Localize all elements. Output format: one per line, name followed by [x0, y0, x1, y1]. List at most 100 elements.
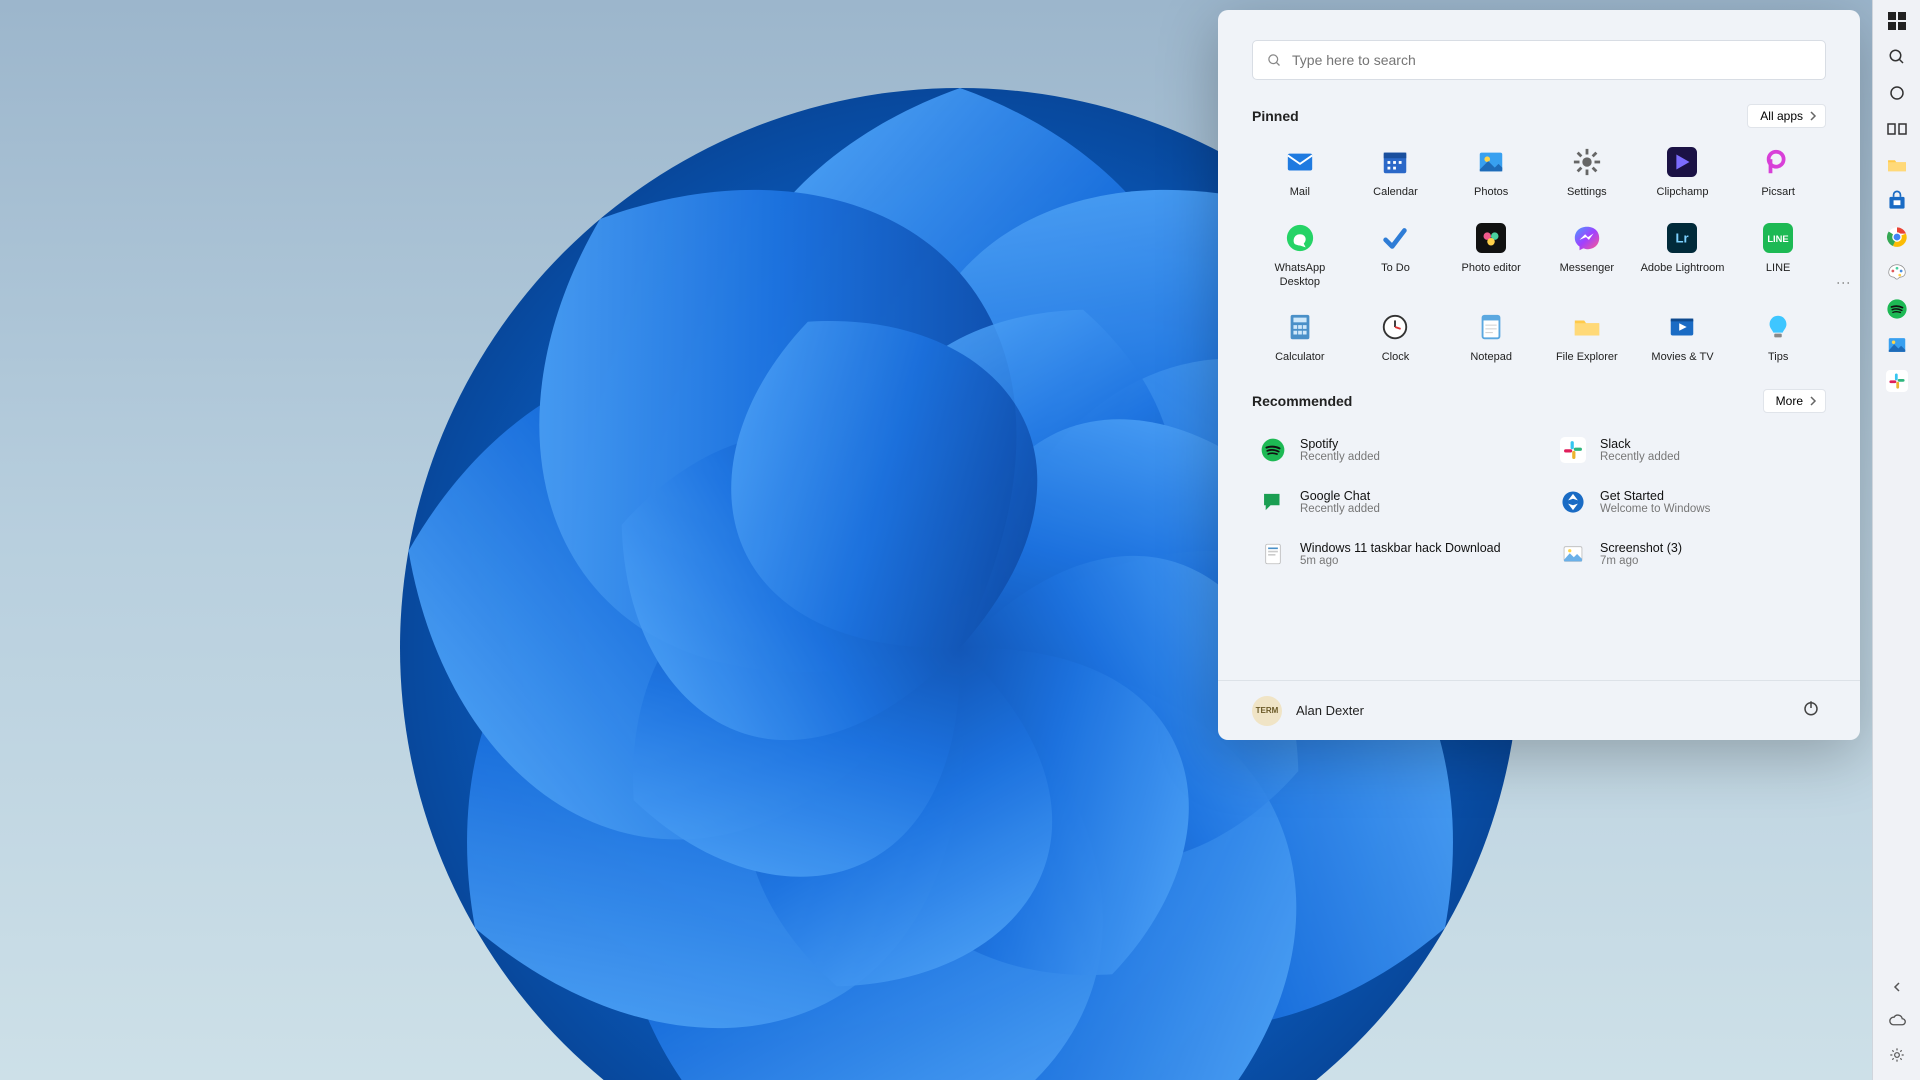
pinned-app-label: Adobe Lightroom	[1641, 262, 1725, 276]
store-icon	[1886, 190, 1908, 217]
recommended-item-getstarted[interactable]: Get Started Welcome to Windows	[1552, 483, 1826, 521]
recommended-title: Screenshot (3)	[1600, 541, 1682, 555]
lightroom-icon: Lr	[1664, 220, 1700, 256]
taskbar-paint[interactable]	[1880, 258, 1914, 292]
chrome-icon	[1886, 226, 1908, 253]
recommended-item-gchat[interactable]: Google Chat Recently added	[1252, 483, 1526, 521]
user-name: Alan Dexter	[1296, 703, 1364, 718]
taskbar-store[interactable]	[1880, 186, 1914, 220]
taskbar-cortana[interactable]	[1880, 78, 1914, 112]
search-box[interactable]	[1252, 40, 1826, 80]
pinned-app-tips[interactable]: Tips	[1730, 303, 1826, 371]
pinned-app-label: Clipchamp	[1657, 186, 1709, 200]
pinned-app-clock[interactable]: Clock	[1348, 303, 1444, 371]
tray-settings[interactable]	[1880, 1044, 1914, 1070]
fileexplorer-icon	[1569, 309, 1605, 345]
pinned-app-todo[interactable]: To Do	[1348, 214, 1444, 296]
pinned-app-label: LINE	[1766, 262, 1790, 276]
whatsapp-icon	[1282, 220, 1318, 256]
messenger-icon	[1569, 220, 1605, 256]
pinned-app-messenger[interactable]: Messenger	[1539, 214, 1635, 296]
tips-icon	[1760, 309, 1796, 345]
recommended-title: Get Started	[1600, 489, 1710, 503]
recommended-item-slack[interactable]: Slack Recently added	[1552, 431, 1826, 469]
avatar: TERM	[1252, 696, 1282, 726]
recommended-subtitle: Recently added	[1600, 451, 1680, 463]
getstarted-icon	[1558, 487, 1588, 517]
spotify-icon	[1258, 435, 1288, 465]
photos2-icon	[1886, 334, 1908, 361]
recommended-subtitle: 7m ago	[1600, 555, 1682, 567]
cloud-icon	[1888, 1014, 1906, 1033]
pinned-app-label: Calendar	[1373, 186, 1418, 200]
pinned-app-clipchamp[interactable]: Clipchamp	[1635, 138, 1731, 206]
clipchamp-icon	[1664, 144, 1700, 180]
user-account-button[interactable]: TERM Alan Dexter	[1252, 696, 1364, 726]
photoeditor-icon	[1473, 220, 1509, 256]
pinned-app-label: Photo editor	[1461, 262, 1520, 276]
pinned-app-movies[interactable]: Movies & TV	[1635, 303, 1731, 371]
taskbar-taskview[interactable]	[1880, 114, 1914, 148]
taskbar-slack[interactable]	[1880, 366, 1914, 400]
pinned-app-photos[interactable]: Photos	[1443, 138, 1539, 206]
photos-icon	[1473, 144, 1509, 180]
windows-icon	[1887, 11, 1907, 36]
taskbar-search[interactable]	[1880, 42, 1914, 76]
doc-icon	[1258, 539, 1288, 569]
pinned-app-line[interactable]: LINE LINE	[1730, 214, 1826, 296]
circle-icon	[1888, 84, 1906, 107]
recommended-item-spotify[interactable]: Spotify Recently added	[1252, 431, 1526, 469]
gchat-icon	[1258, 487, 1288, 517]
picsart-icon	[1760, 144, 1796, 180]
slack-icon	[1886, 370, 1908, 397]
pinned-app-calculator[interactable]: Calculator	[1252, 303, 1348, 371]
pinned-app-label: File Explorer	[1556, 351, 1618, 365]
search-icon	[1888, 48, 1906, 71]
pinned-app-label: Calculator	[1275, 351, 1325, 365]
recommended-section-title: Recommended	[1252, 393, 1352, 409]
pinned-app-photoeditor[interactable]: Photo editor	[1443, 214, 1539, 296]
pinned-app-settings[interactable]: Settings	[1539, 138, 1635, 206]
taskbar-chrome[interactable]	[1880, 222, 1914, 256]
pinned-app-mail[interactable]: Mail	[1252, 138, 1348, 206]
recommended-subtitle: 5m ago	[1300, 555, 1501, 567]
fileexplorer-icon	[1886, 154, 1908, 181]
pinned-app-picsart[interactable]: Picsart	[1730, 138, 1826, 206]
pinned-app-label: Movies & TV	[1651, 351, 1713, 365]
power-button[interactable]	[1796, 693, 1826, 728]
search-input[interactable]	[1292, 52, 1811, 68]
mail-icon	[1282, 144, 1318, 180]
pinned-app-label: Photos	[1474, 186, 1508, 200]
more-button[interactable]: More	[1763, 389, 1826, 413]
recommended-title: Slack	[1600, 437, 1680, 451]
all-apps-button[interactable]: All apps	[1747, 104, 1826, 128]
pinned-app-notepad[interactable]: Notepad	[1443, 303, 1539, 371]
pinned-app-label: WhatsApp Desktop	[1257, 262, 1343, 290]
recommended-item-doc[interactable]: Windows 11 taskbar hack Download 5m ago	[1252, 535, 1526, 573]
todo-icon	[1377, 220, 1413, 256]
pinned-app-label: Mail	[1290, 186, 1310, 200]
taskbar-start[interactable]	[1880, 6, 1914, 40]
pinned-app-fileexplorer[interactable]: File Explorer	[1539, 303, 1635, 371]
recommended-item-image[interactable]: Screenshot (3) 7m ago	[1552, 535, 1826, 573]
tray-overflow[interactable]	[1880, 976, 1914, 1002]
paint-icon	[1886, 262, 1908, 289]
search-icon	[1267, 53, 1282, 68]
taskbar-spotify[interactable]	[1880, 294, 1914, 328]
taskbar-file-explorer[interactable]	[1880, 150, 1914, 184]
slack-icon	[1558, 435, 1588, 465]
settings-icon	[1569, 144, 1605, 180]
gear-icon	[1889, 1047, 1905, 1068]
pinned-section-title: Pinned	[1252, 108, 1299, 124]
pinned-overflow-handle[interactable]: ⋮	[1836, 276, 1852, 290]
more-label: More	[1776, 394, 1803, 408]
tray-onedrive[interactable]	[1880, 1010, 1914, 1036]
pinned-app-whatsapp[interactable]: WhatsApp Desktop	[1252, 214, 1348, 296]
taskbar-photos[interactable]	[1880, 330, 1914, 364]
recommended-title: Google Chat	[1300, 489, 1380, 503]
pinned-app-label: Settings	[1567, 186, 1607, 200]
pinned-app-lightroom[interactable]: Lr Adobe Lightroom	[1635, 214, 1731, 296]
pinned-app-calendar[interactable]: Calendar	[1348, 138, 1444, 206]
movies-icon	[1664, 309, 1700, 345]
recommended-subtitle: Welcome to Windows	[1600, 503, 1710, 515]
